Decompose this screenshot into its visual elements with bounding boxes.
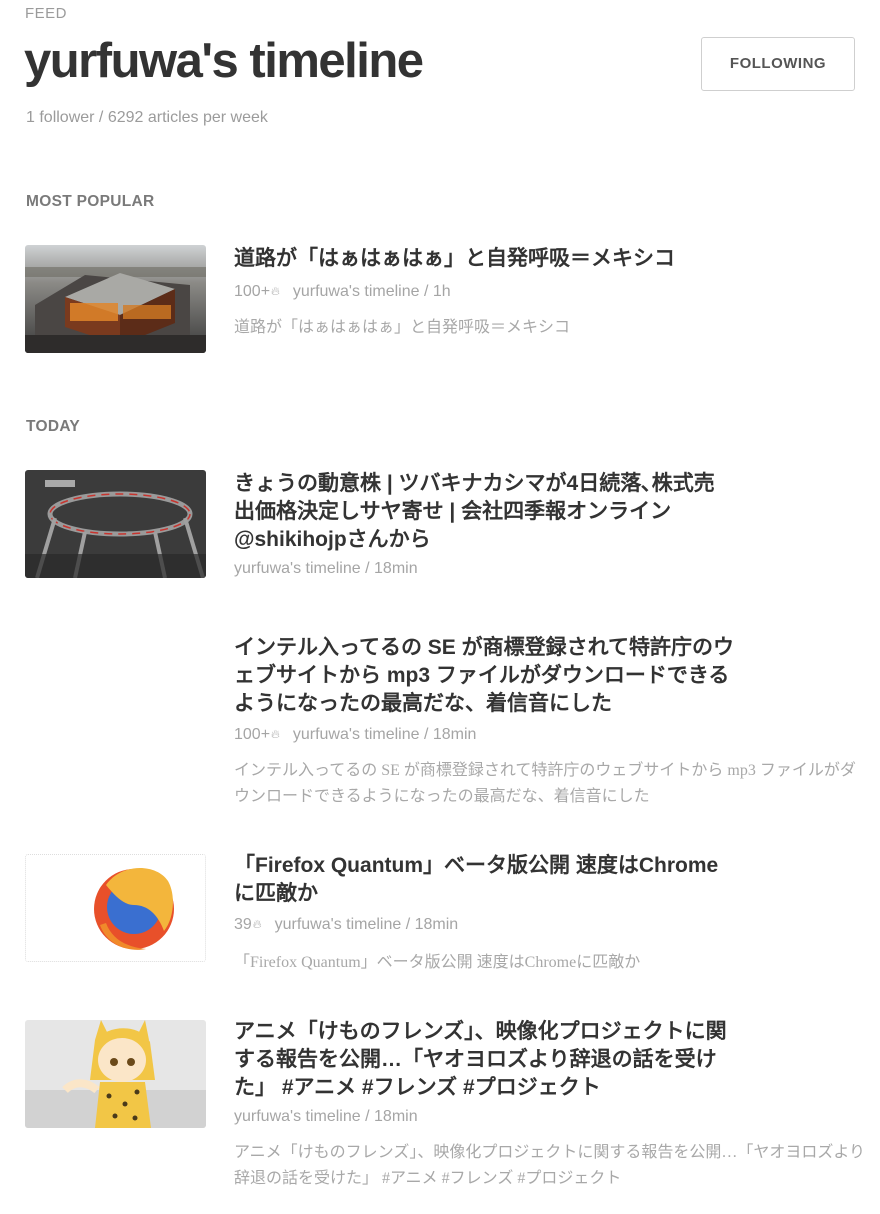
article-meta: yurfuwa's timeline / 18min	[234, 1108, 418, 1126]
article-description: 道路が「はぁはぁはぁ」と自発呼吸＝メキシコ	[234, 319, 571, 336]
article-title[interactable]: 「Firefox Quantum」ベータ版公開 速度はChromeに匹敵か	[234, 852, 734, 908]
article-thumbnail[interactable]	[25, 1020, 206, 1128]
meta-separator: /	[405, 916, 411, 933]
article-meta: 100+🔥︎ yurfuwa's timeline / 18min	[234, 726, 476, 744]
article-title[interactable]: 道路が「はぁはぁはぁ」と自発呼吸＝メキシコ	[234, 245, 734, 273]
building-photo	[25, 245, 206, 353]
article-source[interactable]: yurfuwa's timeline	[293, 283, 420, 300]
flame-icon: 🔥︎	[252, 917, 262, 931]
feed-stats: 1 follower / 6292 articles per week	[26, 109, 268, 126]
firefox-logo	[26, 855, 205, 961]
article-source[interactable]: yurfuwa's timeline	[234, 560, 361, 577]
page-kicker: FEED	[25, 5, 68, 22]
meta-separator: /	[365, 1108, 370, 1125]
article-thumbnail[interactable]	[25, 470, 206, 578]
section-heading-today: TODAY	[26, 418, 81, 435]
article-time: 1h	[432, 283, 451, 300]
article-thumbnail[interactable]	[25, 854, 206, 962]
section-heading-most-popular: MOST POPULAR	[26, 193, 155, 210]
article-source[interactable]: yurfuwa's timeline	[275, 916, 402, 933]
article-title[interactable]: インテル入ってるの SE が商標登録されて特許庁のウェブサイトから mp3 ファ…	[234, 634, 734, 718]
flame-icon: 🔥︎	[271, 284, 280, 298]
meta-separator: /	[423, 283, 429, 300]
anime-character	[25, 1020, 206, 1128]
article-source[interactable]: yurfuwa's timeline	[293, 726, 420, 743]
page-title: yurfuwa's timeline	[24, 34, 424, 88]
popularity-count: 39	[234, 916, 252, 933]
article-description: 「Firefox Quantum」ベータ版公開 速度はChromeに匹敵か	[234, 954, 641, 971]
following-button[interactable]: FOLLOWING	[701, 37, 855, 91]
article-time: 18min	[374, 560, 418, 577]
article-time: 18min	[432, 726, 477, 743]
meta-separator: /	[365, 560, 370, 577]
popularity-count: 100+	[234, 726, 271, 743]
flame-icon: 🔥︎	[271, 727, 280, 741]
article-title[interactable]: アニメ「けものフレンズ」、映像化プロジェクトに関する報告を公開…「ヤオヨロズより…	[234, 1018, 734, 1102]
article-meta: yurfuwa's timeline / 18min	[234, 560, 418, 578]
article-description: アニメ「けものフレンズ」、映像化プロジェクトに関する報告を公開…「ヤオヨロズより…	[234, 1144, 866, 1187]
chart-photo	[25, 470, 206, 578]
article-source[interactable]: yurfuwa's timeline	[234, 1108, 361, 1125]
article-time: 18min	[414, 916, 459, 933]
article-meta: 100+🔥︎ yurfuwa's timeline / 1h	[234, 283, 451, 301]
popularity-count: 100+	[234, 283, 271, 300]
article-meta: 39🔥︎ yurfuwa's timeline / 18min	[234, 916, 458, 934]
article-title[interactable]: きょうの動意株 | ツバキナカシマが4日続落､株式売出価格決定しサヤ寄せ | 会…	[234, 470, 734, 554]
article-description: インテル入ってるの SE が商標登録されて特許庁のウェブサイトから mp3 ファ…	[234, 762, 856, 805]
meta-separator: /	[423, 726, 429, 743]
article-thumbnail[interactable]	[25, 245, 206, 353]
article-time: 18min	[374, 1108, 418, 1125]
